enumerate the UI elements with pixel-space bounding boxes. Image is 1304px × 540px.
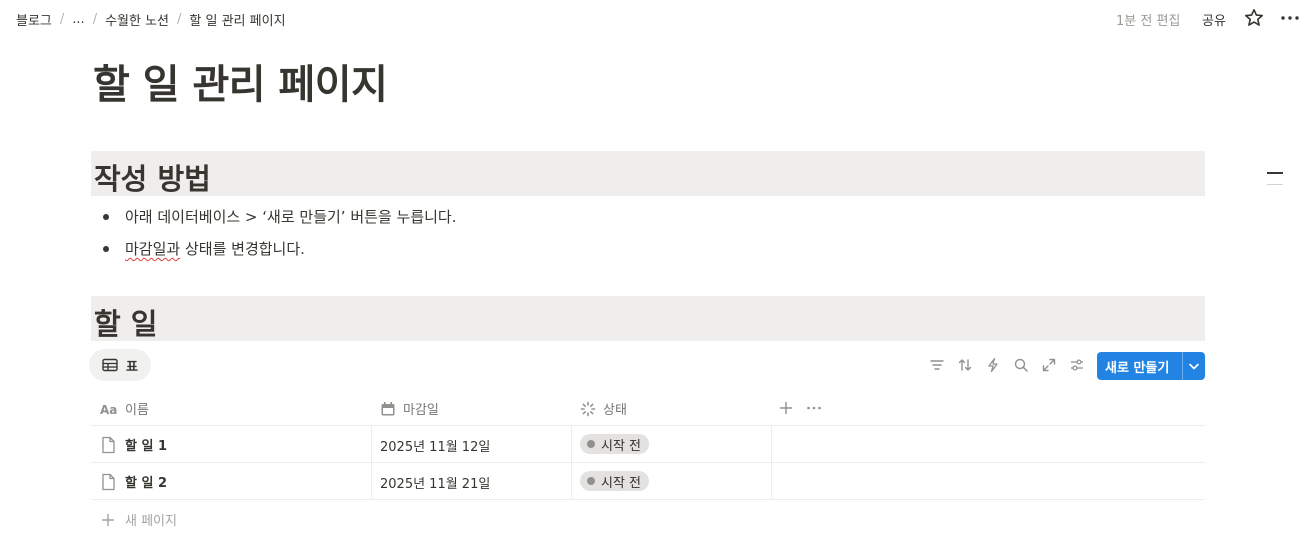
breadcrumb-item-ellipsis[interactable]: ... bbox=[72, 12, 84, 27]
new-button-divider bbox=[1182, 352, 1183, 380]
settings-sliders-icon[interactable] bbox=[1069, 357, 1085, 373]
row-title: 할 일 2 bbox=[125, 476, 168, 491]
heading-text: 할 일 bbox=[94, 307, 158, 341]
page-title[interactable]: 할 일 관리 페이지 bbox=[93, 52, 388, 110]
heading-text: 작성 방법 bbox=[94, 162, 211, 196]
filter-icon[interactable] bbox=[929, 357, 945, 373]
column-header-status[interactable]: 상태 bbox=[580, 399, 627, 418]
column-header-label: 이름 bbox=[125, 403, 149, 418]
column-more-icon[interactable] bbox=[806, 401, 822, 415]
table-row-divider bbox=[91, 499, 1205, 500]
new-button[interactable]: 새로 만들기 bbox=[1097, 352, 1205, 380]
status-dot bbox=[587, 440, 595, 448]
spellcheck-underlined-word: 마감일과 bbox=[125, 240, 181, 258]
top-bar: 블로그 / ... / 수월한 노션 / 할 일 관리 페이지 1분 전 편집 … bbox=[0, 0, 1304, 38]
status-icon bbox=[580, 401, 596, 416]
bullet-text: 상태를 변경합니다. bbox=[180, 240, 305, 258]
breadcrumb-separator: / bbox=[59, 12, 65, 27]
column-divider bbox=[371, 426, 372, 499]
text-icon: Aa bbox=[100, 403, 117, 416]
toc-marker-active[interactable] bbox=[1267, 172, 1283, 174]
table-header-divider bbox=[91, 425, 1205, 426]
expand-icon[interactable] bbox=[1041, 357, 1057, 373]
breadcrumb-separator: / bbox=[177, 12, 182, 27]
breadcrumb: 블로그 / ... / 수월한 노션 / 할 일 관리 페이지 bbox=[16, 10, 286, 29]
page-icon bbox=[102, 473, 115, 490]
breadcrumb-item-blog[interactable]: 블로그 bbox=[16, 10, 52, 29]
plus-icon bbox=[101, 513, 115, 526]
table-cell-due[interactable]: 2025년 11월 12일 bbox=[380, 436, 490, 455]
table-icon bbox=[102, 358, 118, 372]
column-divider bbox=[771, 426, 772, 499]
table-row-name[interactable]: 할 일 1 bbox=[101, 435, 167, 454]
star-icon[interactable] bbox=[1244, 8, 1264, 28]
bullet-dot bbox=[103, 213, 109, 220]
column-header-label: 마감일 bbox=[403, 403, 439, 418]
table-row-divider bbox=[91, 462, 1205, 463]
status-label: 시작 전 bbox=[601, 475, 642, 491]
add-column-icon[interactable] bbox=[779, 401, 793, 415]
bullet-text: 아래 데이터베이스 > ‘새로 만들기’ 버튼을 누릅니다. bbox=[125, 208, 457, 226]
page-icon bbox=[102, 436, 115, 453]
breadcrumb-separator: / bbox=[92, 12, 98, 27]
toc-marker[interactable] bbox=[1267, 184, 1283, 185]
sort-icon[interactable] bbox=[957, 357, 973, 373]
bullet-item[interactable]: 마감일과 상태를 변경합니다. bbox=[101, 238, 305, 259]
column-divider bbox=[571, 426, 572, 499]
column-header-name[interactable]: Aa 이름 bbox=[100, 399, 149, 419]
table-cell-due[interactable]: 2025년 11월 21일 bbox=[380, 473, 490, 492]
heading-block[interactable]: 할 일 bbox=[91, 296, 1205, 341]
bullet-dot bbox=[103, 245, 109, 252]
calendar-icon bbox=[381, 401, 395, 415]
status-badge[interactable]: 시작 전 bbox=[580, 434, 650, 454]
last-edited-label[interactable]: 1분 전 편집 bbox=[1116, 10, 1180, 29]
new-page-button[interactable]: 새 페이지 bbox=[101, 510, 177, 529]
share-button[interactable]: 공유 bbox=[1202, 10, 1226, 29]
view-tab-label: 표 bbox=[126, 359, 138, 375]
chevron-down-icon[interactable] bbox=[1186, 358, 1202, 374]
new-page-label: 새 페이지 bbox=[125, 514, 177, 529]
bullet-item[interactable]: 아래 데이터베이스 > ‘새로 만들기’ 버튼을 누릅니다. bbox=[101, 206, 456, 227]
breadcrumb-item-current[interactable]: 할 일 관리 페이지 bbox=[189, 10, 285, 29]
automation-bolt-icon[interactable] bbox=[985, 357, 1001, 373]
status-badge[interactable]: 시작 전 bbox=[580, 471, 650, 491]
column-header-due[interactable]: 마감일 bbox=[380, 399, 439, 418]
table-row-name[interactable]: 할 일 2 bbox=[101, 472, 167, 491]
column-header-label: 상태 bbox=[603, 403, 627, 418]
search-icon[interactable] bbox=[1013, 357, 1029, 373]
view-tab-table[interactable]: 표 bbox=[89, 349, 151, 381]
row-title: 할 일 1 bbox=[125, 439, 168, 454]
more-options-icon[interactable] bbox=[1279, 8, 1301, 28]
new-button-label: 새로 만들기 bbox=[1105, 361, 1170, 376]
heading-block[interactable]: 작성 방법 bbox=[91, 151, 1205, 196]
svg-text:Aa: Aa bbox=[100, 403, 117, 416]
status-label: 시작 전 bbox=[601, 438, 642, 454]
status-dot bbox=[587, 477, 595, 485]
breadcrumb-item-notion[interactable]: 수월한 노션 bbox=[105, 10, 169, 29]
